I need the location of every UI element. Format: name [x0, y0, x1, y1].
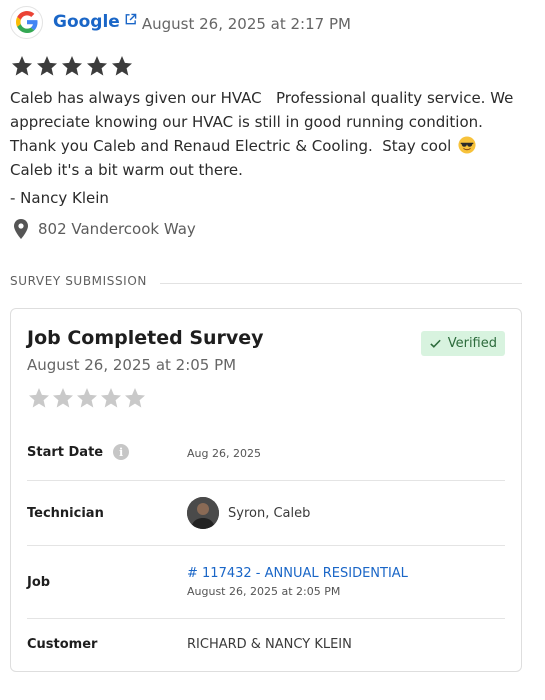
review-text-part-1: Caleb has always given our HVAC Professi…	[10, 89, 519, 155]
star-empty-icon	[77, 388, 97, 408]
star-filled-icon	[12, 56, 32, 76]
job-link[interactable]: # 117432 - ANNUAL RESIDENTIAL	[187, 566, 408, 581]
start-date-value: Aug 26, 2025	[187, 447, 261, 460]
star-empty-icon	[53, 388, 73, 408]
verified-label: Verified	[447, 336, 497, 351]
survey-card: Job Completed Survey August 26, 2025 at …	[10, 308, 522, 672]
customer-label: Customer	[27, 637, 98, 652]
star-filled-icon	[87, 56, 107, 76]
review-header: Google August 26, 2025 at 2:17 PM	[10, 5, 351, 39]
technician-row: Technician Syron, Caleb	[27, 481, 505, 546]
review-source-link[interactable]: Google	[53, 12, 120, 32]
survey-rating-stars	[27, 386, 147, 410]
star-empty-icon	[125, 388, 145, 408]
section-divider	[160, 283, 522, 284]
review-body: Caleb has always given our HVAC Professi…	[10, 86, 525, 182]
job-row: Job # 117432 - ANNUAL RESIDENTIAL August…	[27, 546, 505, 619]
review-rating-stars	[10, 54, 134, 78]
sunglasses-emoji-icon	[458, 136, 476, 154]
technician-name[interactable]: Syron, Caleb	[228, 506, 310, 521]
map-pin-icon	[14, 219, 28, 239]
technician-label: Technician	[27, 506, 104, 521]
review-timestamp: August 26, 2025 at 2:17 PM	[141, 15, 351, 33]
job-label: Job	[27, 575, 51, 590]
avatar	[187, 497, 219, 529]
section-label: SURVEY SUBMISSION	[10, 274, 147, 288]
check-icon	[430, 339, 441, 348]
info-icon[interactable]: i	[113, 444, 130, 460]
survey-title: Job Completed Survey	[27, 327, 264, 349]
star-filled-icon	[37, 56, 57, 76]
job-date: August 26, 2025 at 2:05 PM	[187, 585, 341, 598]
verified-badge: Verified	[420, 331, 505, 356]
customer-row: Customer RICHARD & NANCY KLEIN	[27, 619, 505, 671]
start-date-row: Start Date i Aug 26, 2025	[27, 427, 505, 481]
star-empty-icon	[29, 388, 49, 408]
location-address: 802 Vandercook Way	[38, 220, 196, 238]
review-location: 802 Vandercook Way	[12, 218, 196, 240]
customer-value: RICHARD & NANCY KLEIN	[187, 637, 352, 652]
star-filled-icon	[112, 56, 132, 76]
reviewer-name: - Nancy Klein	[10, 189, 109, 207]
external-link-icon[interactable]	[124, 13, 137, 26]
google-g-icon	[10, 5, 43, 39]
star-empty-icon	[101, 388, 121, 408]
star-filled-icon	[62, 56, 82, 76]
start-date-label: Start Date	[27, 444, 104, 460]
survey-date: August 26, 2025 at 2:05 PM	[27, 356, 237, 374]
